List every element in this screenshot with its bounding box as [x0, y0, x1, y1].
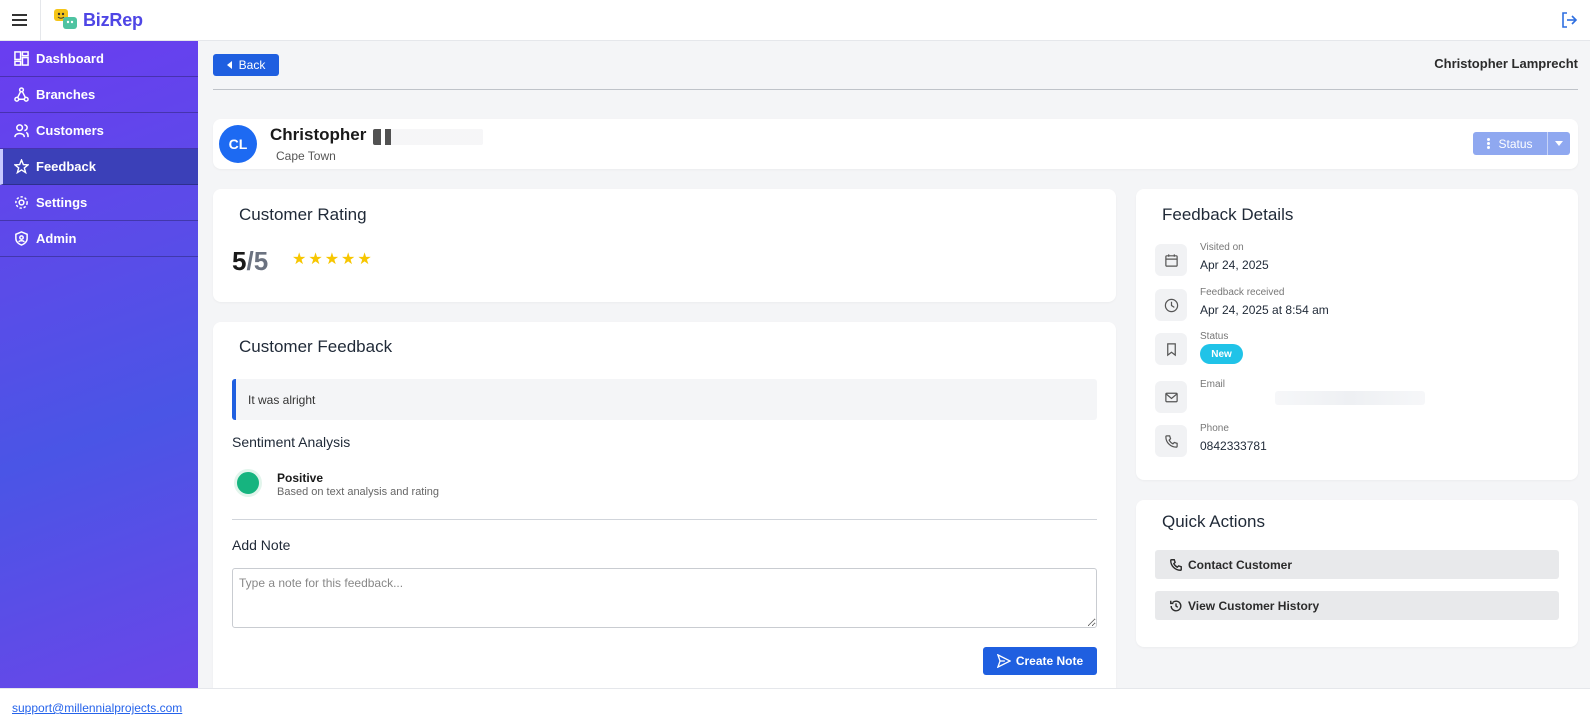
bookmark-icon [1155, 333, 1187, 365]
sentiment-note: Based on text analysis and rating [277, 486, 440, 498]
rating-title: Customer Rating [239, 205, 367, 224]
rating-max: /5 [246, 246, 269, 276]
logout-icon[interactable] [1560, 11, 1578, 29]
customer-name: Christopher [270, 125, 367, 144]
support-email-link[interactable]: support@millennialprojects.com [12, 701, 182, 715]
visited-value: Apr 24, 2025 [1200, 258, 1269, 272]
star-icon: ★ [292, 251, 307, 268]
redacted-email [1275, 391, 1425, 405]
divider [213, 89, 1578, 90]
app-logo[interactable]: BizRep [53, 7, 143, 33]
sidebar-item-feedback[interactable]: Feedback [0, 149, 198, 185]
feedback-details-card: Feedback Details Visited on Apr 24, 2025… [1136, 189, 1578, 480]
shield-icon [15, 231, 28, 246]
sentiment-label: Positive [277, 471, 324, 485]
gear-icon [15, 196, 28, 209]
sidebar-item-admin[interactable]: Admin [0, 221, 198, 257]
status-badge: New [1200, 344, 1243, 364]
customer-header-card: CL Christopher Cape Town Status [213, 119, 1578, 169]
phone-icon [1170, 558, 1182, 571]
sentiment-indicator [234, 469, 262, 497]
logo-icon [53, 7, 79, 33]
quick-actions-card: Quick Actions Contact Customer View Cust… [1136, 500, 1578, 647]
redacted-surname [373, 129, 483, 145]
sidebar-item-label: Branches [36, 87, 96, 102]
feedback-title: Customer Feedback [239, 337, 393, 356]
phone-icon [1155, 425, 1187, 457]
chevron-down-icon[interactable] [1548, 132, 1570, 155]
clock-icon [1155, 289, 1187, 321]
star-icon: ★ [341, 251, 356, 268]
sidebar-item-label: Settings [36, 195, 88, 210]
top-divider [40, 0, 41, 41]
star-icon [14, 159, 29, 174]
rating-score: 5 [232, 246, 247, 276]
status-button[interactable]: Status [1473, 132, 1548, 155]
view-history-button[interactable]: View Customer History [1155, 591, 1559, 620]
note-textarea[interactable] [232, 568, 1097, 628]
sentiment-title: Sentiment Analysis [232, 434, 351, 450]
menu-icon[interactable] [10, 10, 30, 30]
back-button[interactable]: Back [213, 54, 279, 76]
sidebar-item-dashboard[interactable]: Dashboard [0, 41, 198, 77]
phone-value: 0842333781 [1200, 439, 1267, 453]
email-label: Email [1200, 379, 1226, 390]
sidebar-item-label: Admin [36, 231, 77, 246]
details-title: Feedback Details [1162, 205, 1294, 224]
back-label: Back [238, 58, 266, 72]
sidebar-item-label: Customers [36, 123, 104, 138]
feedback-quote: It was alright [232, 379, 1097, 420]
star-icon: ★ [324, 251, 340, 268]
visited-label: Visited on [1200, 242, 1244, 253]
status-dropdown-button[interactable]: Status [1473, 132, 1570, 155]
caret-left-icon [226, 61, 232, 69]
dashboard-icon [14, 51, 29, 66]
status-label: Status [1200, 331, 1229, 342]
sidebar-item-label: Dashboard [36, 51, 104, 66]
add-note-title: Add Note [232, 537, 291, 553]
customer-feedback-card: Customer Feedback It was alright Sentime… [213, 322, 1116, 688]
view-history-label: View Customer History [1188, 598, 1320, 613]
divider [232, 519, 1097, 520]
customer-rating-card: Customer Rating 5/5 ★ ★ ★ ★ ★ [213, 189, 1116, 302]
star-icon: ★ [308, 251, 323, 268]
sidebar-item-label: Feedback [36, 159, 96, 174]
mail-icon [1155, 381, 1187, 413]
footer: support@millennialprojects.com [0, 688, 1590, 728]
actions-title: Quick Actions [1162, 512, 1265, 531]
more-vertical-icon [1487, 137, 1491, 150]
customers-icon [14, 124, 29, 138]
app-name: BizRep [83, 9, 143, 30]
sidebar-item-branches[interactable]: Branches [0, 77, 198, 113]
received-value: Apr 24, 2025 at 8:54 am [1200, 303, 1329, 317]
customer-city: Cape Town [276, 149, 336, 163]
avatar: CL [219, 125, 257, 163]
calendar-icon [1155, 244, 1187, 276]
branches-icon [14, 87, 29, 102]
history-icon [1170, 599, 1182, 611]
contact-customer-button[interactable]: Contact Customer [1155, 550, 1559, 579]
create-note-label: Create Note [1015, 654, 1084, 668]
sidebar-item-customers[interactable]: Customers [0, 113, 198, 149]
top-bar: BizRep [0, 0, 1590, 41]
create-note-button[interactable]: Create Note [983, 647, 1097, 675]
star-icon: ★ [357, 251, 372, 268]
star-rating: ★ ★ ★ ★ ★ [292, 252, 372, 268]
sidebar: Dashboard Branches Customers Feedback Se… [0, 41, 198, 688]
send-icon [996, 654, 1011, 668]
phone-label: Phone [1200, 423, 1229, 434]
rating-value: 5/5 [232, 246, 268, 277]
received-label: Feedback received [1200, 287, 1285, 298]
status-button-label: Status [1498, 136, 1533, 151]
sidebar-item-settings[interactable]: Settings [0, 185, 198, 221]
contact-customer-label: Contact Customer [1188, 557, 1293, 572]
page-user-name: Christopher Lamprecht [1434, 56, 1578, 71]
